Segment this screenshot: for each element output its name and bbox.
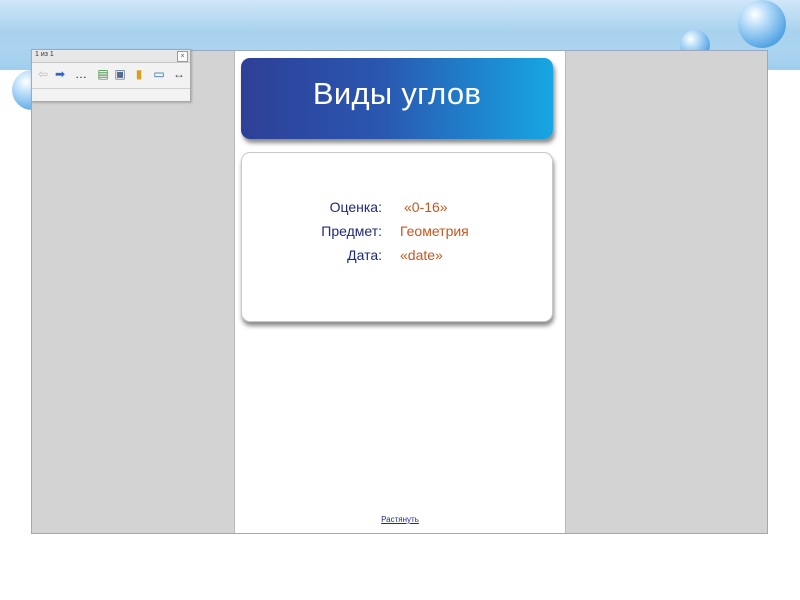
page-counter: 1 из 1: [35, 51, 54, 58]
document-page: Виды углов Оценка: «0-16» Предмет: Геоме…: [234, 51, 566, 533]
page-settings-icon[interactable]: ▣: [112, 66, 128, 82]
toolbar-titlebar[interactable]: 1 из 1 ×: [32, 50, 190, 63]
clipboard-icon[interactable]: ▮: [131, 66, 147, 82]
expand-link[interactable]: Растянуть: [235, 515, 565, 524]
grade-label: Оценка:: [329, 199, 382, 215]
info-card: Оценка: «0-16» Предмет: Геометрия Дата: …: [241, 152, 553, 322]
decorative-orb-large: [738, 0, 786, 48]
display-icon[interactable]: ▭: [151, 66, 167, 82]
insert-page-icon[interactable]: ▤: [95, 66, 111, 82]
title-banner: Виды углов: [241, 58, 553, 139]
close-icon[interactable]: ×: [177, 51, 188, 62]
forward-arrow-icon[interactable]: ➡: [52, 66, 68, 82]
collapse-icon[interactable]: ↔: [171, 66, 187, 82]
back-arrow-icon[interactable]: ⇦: [35, 66, 51, 82]
floating-toolbar[interactable]: 1 из 1 × ⇦ ➡ … ▤ ▣ ▮ ▭ ↔: [31, 49, 191, 102]
date-label: Дата:: [347, 247, 382, 263]
subject-value: Геометрия: [400, 223, 469, 239]
grade-value: «0-16»: [404, 199, 448, 215]
subject-label: Предмет:: [321, 223, 382, 239]
more-icon[interactable]: …: [73, 66, 89, 82]
toolbar-divider: [32, 88, 190, 89]
date-value: «date»: [400, 247, 443, 263]
page-title: Виды углов: [312, 76, 482, 111]
